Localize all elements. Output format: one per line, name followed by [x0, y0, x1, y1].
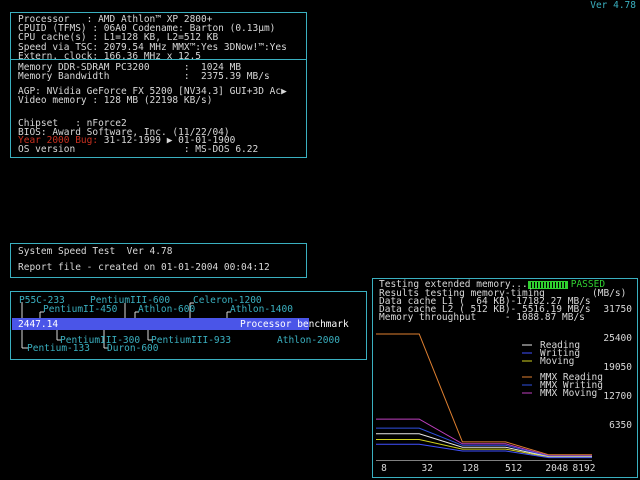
x-tick-label: 8	[381, 463, 387, 474]
x-tick-label: 8192	[573, 463, 596, 474]
benchmark-label-athlon600: Athlon-600	[138, 304, 196, 315]
x-tick-label: 2048	[545, 463, 568, 474]
benchmark-bar-label: Processor benchmark	[240, 319, 349, 330]
x-tick-label: 32	[421, 463, 432, 474]
x-tick-label: 128	[462, 463, 479, 474]
benchmark-label-p133: Pentium-133	[27, 343, 90, 354]
benchmark-bar-track: 2447.14 Processor benchmark	[12, 318, 364, 330]
legend-label: Moving	[540, 356, 574, 367]
series-line	[376, 418, 592, 457]
y-tick-label: 6350	[609, 420, 632, 431]
y-tick-label: 19050	[603, 362, 632, 373]
benchmark-label-athlon1400: Athlon-1400	[230, 304, 293, 315]
benchmark-value: 2447.14	[18, 319, 59, 330]
x-tick-label: 512	[505, 463, 522, 474]
benchmark-label-athlon2000: Athlon-2000	[277, 335, 340, 346]
y-tick-label: 12700	[603, 391, 632, 402]
benchmark-label-pii450: PentiumII-450	[43, 304, 118, 315]
benchmark-label-piii933: PentiumIII-933	[151, 335, 232, 346]
benchmark-label-duron600: Duron-600	[107, 343, 159, 354]
legend-label: MMX Moving	[540, 388, 597, 399]
y-tick-label: 25400	[603, 333, 632, 344]
y-tick-label: 31750	[603, 304, 632, 315]
memory-timing-chart: 31750 25400 19050 12700 6350 8 32 128 512 2048 819…	[376, 304, 632, 474]
